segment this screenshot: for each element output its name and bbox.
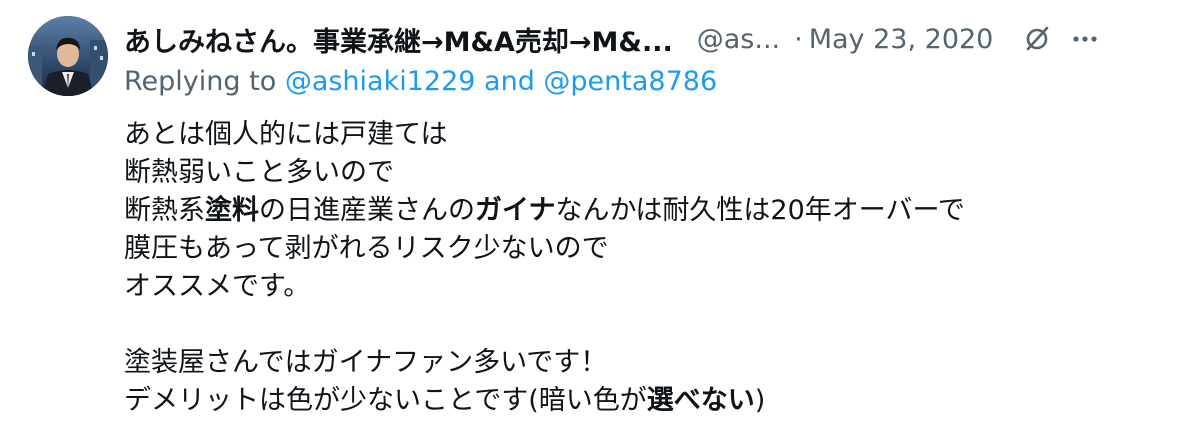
replying-to-label: Replying to <box>124 66 277 97</box>
avatar[interactable] <box>28 16 108 96</box>
more-icon[interactable] <box>1067 21 1103 57</box>
bold-text: 塗料 <box>205 195 259 226</box>
tweet-text-line: デメリットは色が少ないことです(暗い色が選べない) <box>124 382 1166 420</box>
avatar-photo <box>28 16 108 96</box>
tweet-text-line: あとは個人的には戸建ては <box>124 119 448 150</box>
bold-text: ガイナ <box>475 195 556 226</box>
mention-link[interactable]: @penta8786 <box>543 66 717 97</box>
text-span: デメリットは色が少ないことです(暗い色が <box>124 385 647 416</box>
text-span: 断熱系 <box>124 195 205 226</box>
mention-conjunction[interactable]: and <box>484 66 535 97</box>
tweet-text-line: 塗装屋さんではガイナファン多いです！ <box>124 347 608 378</box>
tweet-header: あしみねさん。事業承継→M&A売却→M&... @as... · May 23,… <box>124 16 1166 62</box>
text-span: なんかは耐久性は20年オーバーで <box>555 195 965 226</box>
tweet[interactable]: あしみねさん。事業承継→M&A売却→M&... @as... · May 23,… <box>0 0 1182 446</box>
slashed-circle-icon[interactable] <box>1019 21 1055 57</box>
author-display-name[interactable]: あしみねさん。事業承継→M&A売却→M&... <box>124 20 673 59</box>
replying-to: Replying to @ashiaki1229 and @penta8786 <box>124 62 1166 102</box>
tweet-text-line: 断熱弱いこと多いので <box>124 157 394 188</box>
text-span: の日進産業さんの <box>259 195 475 226</box>
separator-dot: · <box>794 23 803 55</box>
tweet-text: あとは個人的には戸建ては 断熱弱いこと多いので 断熱系塗料の日進産業さんのガイナ… <box>124 116 1166 420</box>
tweet-text-line: 膜圧もあって剥がれるリスク少ないので <box>124 233 609 264</box>
tweet-date[interactable]: May 23, 2020 <box>809 24 994 55</box>
author-handle[interactable]: @as... <box>697 24 780 55</box>
tweet-text-line: 断熱系塗料の日進産業さんのガイナなんかは耐久性は20年オーバーで <box>124 192 1166 230</box>
bold-text: 選べない <box>646 385 755 416</box>
mention-link[interactable]: @ashiaki1229 <box>285 66 476 97</box>
text-span: ) <box>754 385 766 416</box>
tweet-text-line: オススメです。 <box>124 271 311 302</box>
